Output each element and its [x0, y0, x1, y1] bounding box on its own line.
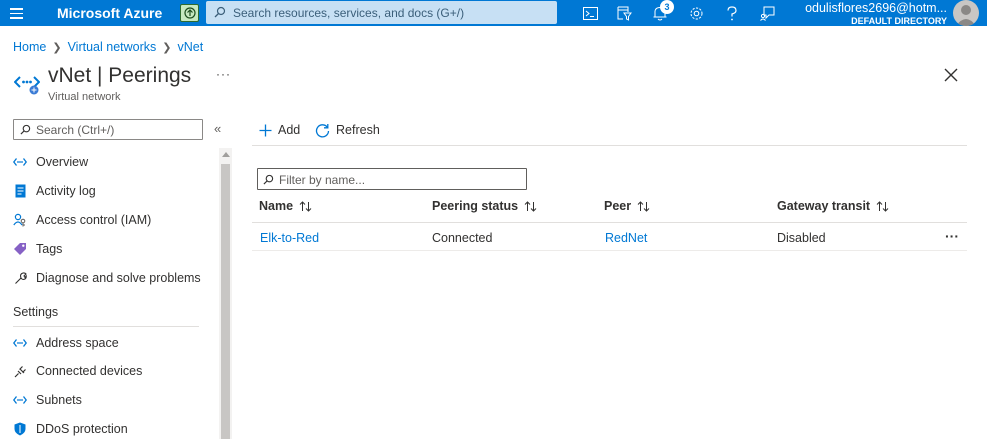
page-subtitle: Virtual network [48, 91, 121, 103]
refresh-button[interactable]: Refresh [315, 121, 380, 139]
sort-icon [637, 200, 650, 212]
nav-item-subnets[interactable]: Subnets [12, 390, 82, 410]
search-placeholder: Search resources, services, and docs (G+… [233, 6, 465, 20]
nav-item-label: Tags [36, 242, 63, 256]
column-header-label: Name [259, 199, 294, 213]
vnet-icon [12, 335, 28, 351]
nav-item-label: Subnets [36, 393, 82, 407]
row-more-options-icon[interactable]: ··· [945, 228, 959, 244]
vnet-icon [12, 154, 28, 170]
collapse-nav-icon[interactable]: « [214, 121, 221, 136]
add-button[interactable]: Add [259, 121, 300, 139]
plus-icon [259, 124, 272, 137]
nav-item-address-space[interactable]: Address space [12, 333, 119, 353]
search-icon [214, 6, 226, 21]
scrollbar-thumb[interactable] [221, 164, 230, 439]
nav-item-tags[interactable]: Tags [12, 239, 62, 259]
top-bar: Microsoft Azure Search resources, servic… [0, 0, 987, 26]
breadcrumb-vnet[interactable]: vNet [177, 40, 203, 54]
vnet-icon [12, 392, 28, 408]
help-question-icon[interactable] [722, 3, 742, 23]
global-search-input[interactable]: Search resources, services, and docs (G+… [206, 1, 557, 24]
virtual-network-icon [13, 70, 41, 95]
iam-icon [12, 212, 28, 228]
filter-placeholder: Filter by name... [279, 173, 366, 187]
wrench-icon [12, 270, 28, 286]
nav-item-label: Access control (IAM) [36, 213, 152, 227]
nav-item-label: DDoS protection [36, 422, 128, 436]
nav-item-label: Address space [36, 336, 119, 350]
upgrade-icon[interactable] [180, 4, 199, 22]
nav-search-placeholder: Search (Ctrl+/) [36, 123, 115, 137]
user-directory: DEFAULT DIRECTORY [851, 16, 947, 26]
breadcrumb-virtual-networks[interactable]: Virtual networks [68, 40, 157, 54]
search-icon [263, 174, 274, 188]
notifications-count-badge: 3 [660, 0, 674, 14]
nav-item-label: Diagnose and solve problems [36, 271, 201, 285]
hamburger-menu-icon[interactable] [10, 5, 24, 21]
directory-filter-icon[interactable] [614, 3, 634, 23]
nav-search-input[interactable]: Search (Ctrl+/) [13, 119, 203, 140]
refresh-icon [315, 123, 330, 138]
peering-name-link[interactable]: Elk-to-Red [260, 231, 319, 245]
table-header-divider [252, 222, 967, 223]
column-header-label: Peer [604, 199, 632, 213]
peer-link[interactable]: RedNet [605, 231, 647, 245]
nav-item-label: Activity log [36, 184, 96, 198]
more-options-icon[interactable]: ··· [216, 67, 231, 81]
column-header-peering-status[interactable]: Peering status [432, 199, 537, 213]
nav-divider [13, 326, 199, 327]
chevron-right-icon: ❯ [162, 41, 172, 54]
plug-icon [12, 363, 28, 379]
sort-icon [299, 200, 312, 212]
gateway-transit-value: Disabled [777, 231, 826, 245]
tag-icon [12, 241, 28, 257]
filter-by-name-input[interactable]: Filter by name... [257, 168, 527, 190]
chevron-right-icon: ❯ [52, 41, 62, 54]
feedback-icon[interactable] [757, 3, 777, 23]
nav-item-connected-devices[interactable]: Connected devices [12, 361, 142, 381]
nav-section-settings: Settings [13, 305, 59, 319]
column-header-name[interactable]: Name [259, 199, 312, 213]
column-header-gateway-transit[interactable]: Gateway transit [777, 199, 889, 213]
search-icon [20, 124, 31, 138]
sort-icon [524, 200, 537, 212]
cloud-shell-icon[interactable] [580, 3, 600, 23]
user-email: odulisflores2696@hotm... [805, 1, 947, 15]
peering-status: Connected [432, 231, 493, 245]
row-divider [252, 250, 967, 251]
nav-item-access-control[interactable]: Access control (IAM) [12, 210, 151, 230]
nav-scrollbar[interactable] [219, 148, 232, 439]
column-header-label: Peering status [432, 199, 519, 213]
nav-item-activity-log[interactable]: Activity log [12, 181, 96, 201]
close-icon[interactable] [944, 68, 960, 84]
column-header-label: Gateway transit [777, 199, 871, 213]
breadcrumb-home[interactable]: Home [13, 40, 46, 54]
settings-gear-icon[interactable] [686, 3, 706, 23]
nav-item-diagnose[interactable]: Diagnose and solve problems [12, 268, 201, 288]
nav-item-ddos-protection[interactable]: DDoS protection [12, 419, 128, 439]
refresh-label: Refresh [336, 123, 380, 137]
activity-log-icon [12, 183, 28, 199]
account-menu[interactable]: odulisflores2696@hotm... DEFAULT DIRECTO… [805, 1, 947, 27]
nav-item-overview[interactable]: Overview [12, 152, 88, 172]
page-title: vNet | Peerings [48, 64, 192, 87]
nav-item-label: Connected devices [36, 364, 143, 378]
add-label: Add [278, 123, 301, 137]
avatar[interactable] [953, 0, 979, 26]
nav-item-label: Overview [36, 155, 89, 169]
breadcrumb: Home ❯ Virtual networks ❯ vNet [13, 40, 203, 54]
scroll-up-arrow-icon[interactable] [222, 152, 230, 157]
column-header-peer[interactable]: Peer [604, 199, 650, 213]
command-bar-divider [252, 145, 967, 146]
sort-icon [876, 200, 889, 212]
shield-icon [12, 421, 28, 437]
brand-title[interactable]: Microsoft Azure [57, 5, 162, 21]
